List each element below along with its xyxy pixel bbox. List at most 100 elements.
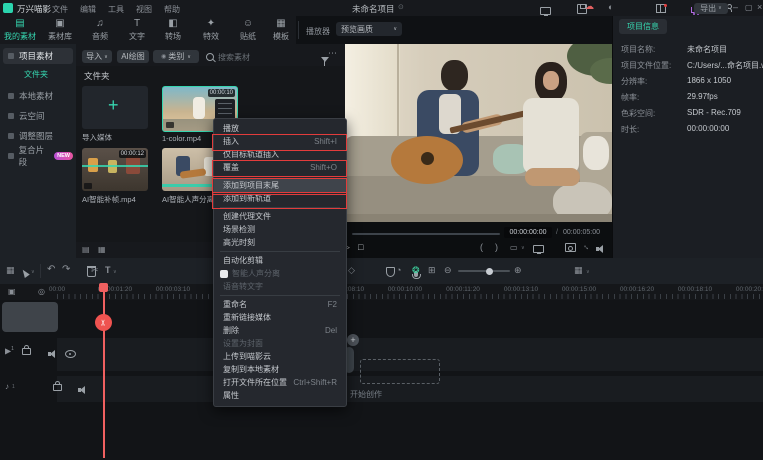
tab-effects[interactable]: ✦ 特效 bbox=[191, 18, 231, 42]
fullscreen-display-icon[interactable] bbox=[533, 245, 544, 254]
export-button[interactable]: 导出 ∨ bbox=[694, 2, 728, 14]
mute-track-icon[interactable] bbox=[78, 386, 86, 394]
import-button[interactable]: 导入 ∨ bbox=[82, 50, 112, 63]
menu-item-copy-to-local[interactable]: 复制到本地素材 bbox=[214, 363, 346, 376]
playhead-handle[interactable] bbox=[99, 283, 108, 292]
gift-icon[interactable] bbox=[656, 4, 668, 13]
menu-item-highlight-moments[interactable]: 高光时刻 bbox=[214, 236, 346, 249]
menu-item-label: 创建代理文件 bbox=[223, 212, 271, 221]
lock-track-icon[interactable] bbox=[52, 381, 62, 391]
paste-icon[interactable]: ▣ bbox=[8, 287, 16, 296]
menu-view[interactable]: 视图 bbox=[136, 4, 152, 15]
preview-video[interactable] bbox=[345, 44, 612, 222]
menu-item-rename[interactable]: 重命名 F2 bbox=[214, 298, 346, 311]
snapshot-icon[interactable] bbox=[564, 243, 576, 252]
drop-target-outline[interactable] bbox=[360, 359, 440, 384]
ai-drawing-button[interactable]: AI绘图 bbox=[117, 50, 149, 63]
theme-icon[interactable]: ◐ bbox=[608, 2, 613, 12]
playhead-line[interactable] bbox=[103, 284, 105, 458]
seek-bar[interactable] bbox=[352, 233, 500, 235]
tab-label: 音频 bbox=[92, 32, 108, 41]
tab-audio[interactable]: ♫ 音频 bbox=[80, 18, 120, 42]
menu-item-upload-to-cloud[interactable]: 上传到喵影云 bbox=[214, 350, 346, 363]
add-clip-plus-icon[interactable]: + bbox=[347, 334, 359, 346]
category-filter-dropdown[interactable]: ◉ 类别 ∨ bbox=[153, 50, 199, 63]
mark-in-icon[interactable]: ( bbox=[480, 242, 483, 252]
preview-quality-dropdown[interactable]: 预览画质 ∨ bbox=[336, 22, 402, 36]
track-manager-icon[interactable]: ▦ bbox=[574, 265, 583, 276]
menu-item-delete[interactable]: 删除 Del bbox=[214, 324, 346, 337]
aspect-ratio-icon[interactable]: ▭ bbox=[510, 243, 518, 252]
sidebar-item-cloud-space[interactable]: 云空间 bbox=[3, 108, 73, 124]
select-tool-icon[interactable] bbox=[20, 268, 30, 278]
list-view-icon[interactable]: ▦ bbox=[98, 245, 106, 254]
quick-split-button[interactable]: ✂ bbox=[95, 314, 112, 331]
menu-file[interactable]: 文件 bbox=[52, 4, 68, 15]
import-media-tile[interactable]: + bbox=[82, 86, 148, 129]
display-mode-icon[interactable] bbox=[540, 7, 551, 16]
menu-item-add-to-new-track[interactable]: 添加到新轨道 bbox=[214, 192, 346, 205]
mark-out-icon[interactable]: ) bbox=[495, 242, 498, 252]
menu-item-insert[interactable]: 插入 Shift+I bbox=[214, 135, 346, 148]
mask-icon[interactable] bbox=[386, 267, 396, 277]
tab-transitions[interactable]: ◧ 转场 bbox=[153, 18, 193, 42]
zoom-in-icon[interactable]: ⊕ bbox=[514, 265, 522, 276]
expand-preview-icon[interactable]: ↔ bbox=[581, 240, 593, 252]
menu-item-create-proxy[interactable]: 创建代理文件 bbox=[214, 210, 346, 223]
marker-icon[interactable]: ⊞ bbox=[428, 265, 436, 276]
restore-button[interactable]: ▢ bbox=[745, 3, 753, 12]
tab-templates[interactable]: ▦ 模板 bbox=[261, 18, 301, 42]
text-tool-icon[interactable]: T bbox=[105, 265, 111, 275]
zoom-slider[interactable] bbox=[458, 267, 510, 275]
menu-tools[interactable]: 工具 bbox=[108, 4, 124, 15]
more-options-icon[interactable]: ⋯ bbox=[328, 48, 337, 59]
split-icon[interactable]: ✂ bbox=[91, 265, 99, 276]
thumbnail-view-icon[interactable]: ▤ bbox=[82, 245, 90, 254]
sidebar-item-local-media[interactable]: 本地素材 bbox=[3, 88, 73, 104]
menu-item-insert-target-track[interactable]: 仅目标轨道插入 bbox=[214, 148, 346, 161]
menu-item-open-file-location[interactable]: 打开文件所在位置 Ctrl+Shift+R bbox=[214, 376, 346, 389]
menu-item-append-to-project[interactable]: 添加到项目末尾 bbox=[214, 179, 346, 192]
keyframe-icon[interactable]: ◇ bbox=[348, 265, 355, 276]
menu-edit[interactable]: 编辑 bbox=[80, 4, 96, 15]
hide-track-icon[interactable] bbox=[65, 350, 77, 358]
sidebar-item-compound-clip[interactable]: 复合片段 NEW bbox=[3, 145, 73, 167]
tab-my-media[interactable]: ▤ 我的素材 bbox=[0, 18, 40, 42]
menu-item-properties[interactable]: 属性 bbox=[214, 389, 346, 402]
minimize-button[interactable]: – bbox=[733, 2, 738, 12]
tab-project-info[interactable]: 项目信息 bbox=[619, 19, 667, 34]
chroma-key-icon[interactable]: ❂ bbox=[412, 265, 420, 276]
menu-item-play[interactable]: 播放 bbox=[214, 122, 346, 135]
ruler-label: 00:00:10:00 bbox=[387, 286, 423, 293]
timeline-ruler[interactable]: ▣ ◎ 00:00 00:00:01:20 00:00:03:10 00:00:… bbox=[0, 284, 763, 301]
marker-target-icon[interactable]: ◎ bbox=[38, 287, 45, 296]
tab-text[interactable]: T 文字 bbox=[117, 18, 157, 42]
lock-track-icon[interactable] bbox=[22, 345, 31, 355]
redo-icon[interactable]: ↷ bbox=[62, 264, 70, 275]
zoom-slider-handle[interactable] bbox=[486, 267, 493, 275]
search-input[interactable]: 搜索素材 bbox=[218, 52, 250, 63]
chevron-down-icon: ∨ bbox=[521, 245, 525, 251]
mute-track-icon[interactable] bbox=[47, 350, 55, 358]
media-tile-ai-interpolation[interactable]: 00:00:12 bbox=[82, 148, 148, 191]
project-title-info-icon[interactable]: ⊙ bbox=[398, 3, 404, 11]
sidebar-item-folder[interactable]: 文件夹 bbox=[24, 69, 48, 80]
tab-stock-media[interactable]: ▣ 素材库 bbox=[40, 18, 80, 42]
snap-icon[interactable]: ▦ bbox=[6, 265, 15, 276]
menu-item-auto-edit[interactable]: 自动化剪辑 bbox=[214, 254, 346, 267]
sidebar-item-project-media[interactable]: 项目素材 bbox=[3, 48, 73, 64]
menu-help[interactable]: 帮助 bbox=[164, 4, 180, 15]
cloud-sync-icon[interactable]: ☁ bbox=[585, 1, 594, 12]
menu-item-scene-detection[interactable]: 场景检测 bbox=[214, 223, 346, 236]
person-right-body bbox=[523, 98, 579, 174]
mute-icon[interactable] bbox=[596, 245, 604, 253]
undo-icon[interactable]: ↶ bbox=[47, 264, 55, 275]
close-button[interactable]: × bbox=[757, 2, 762, 12]
track-header-panel[interactable] bbox=[2, 302, 58, 332]
stop-icon[interactable]: □ bbox=[358, 242, 363, 252]
zoom-out-icon[interactable]: ⊖ bbox=[444, 265, 452, 276]
sidebar-item-adjustment-layer[interactable]: 调整图层 bbox=[3, 128, 73, 144]
speed-icon[interactable]: ◔ bbox=[396, 265, 401, 275]
menu-item-relink-media[interactable]: 重新链接媒体 bbox=[214, 311, 346, 324]
menu-item-overwrite[interactable]: 覆盖 Shift+O bbox=[214, 161, 346, 174]
